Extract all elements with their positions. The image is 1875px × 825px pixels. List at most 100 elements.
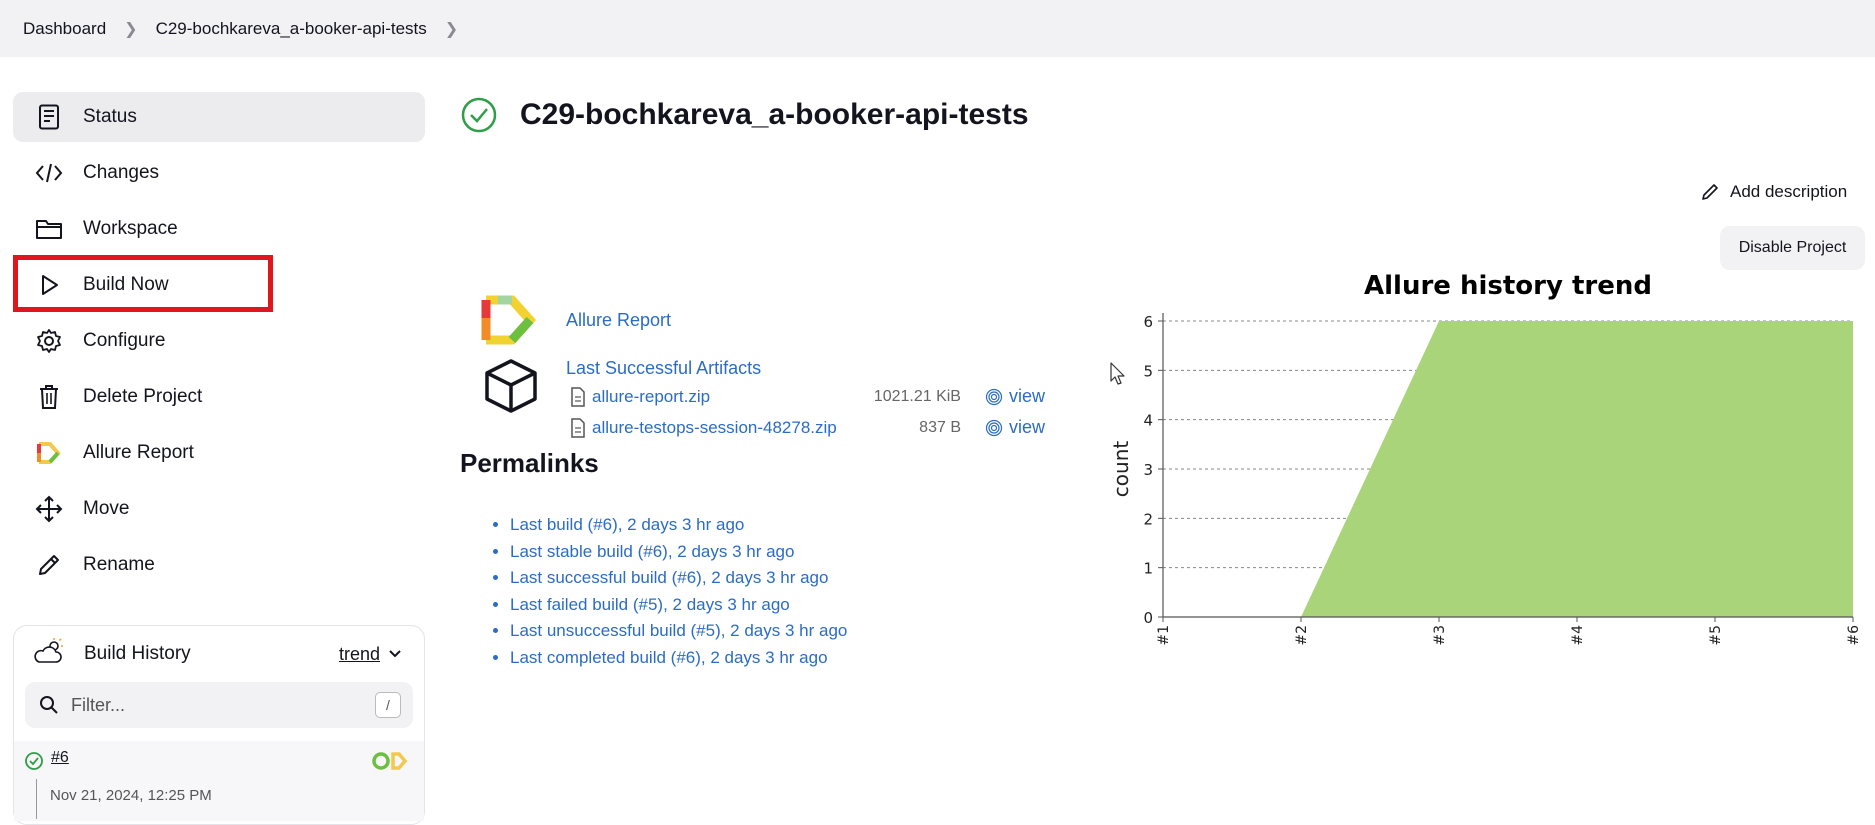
permalink[interactable]: Last failed build (#5), 2 days 3 hr ago xyxy=(510,595,790,614)
trend-link[interactable]: trend xyxy=(339,644,380,665)
allure-report-link[interactable]: Allure Report xyxy=(566,310,671,331)
gear-icon xyxy=(35,327,63,355)
sidebar-item-move[interactable]: Move xyxy=(13,484,425,534)
file-icon xyxy=(570,417,586,438)
sidebar-item-label: Configure xyxy=(83,330,166,351)
permalink[interactable]: Last unsuccessful build (#5), 2 days 3 h… xyxy=(510,621,847,640)
chevron-right-icon[interactable]: ❯ xyxy=(445,19,458,39)
sidebar-item-label: Changes xyxy=(83,162,160,183)
list-item: Last build (#6), 2 days 3 hr ago xyxy=(510,515,847,542)
x-tick-label: #6 xyxy=(1846,625,1862,646)
sidebar-item-build-now[interactable]: Build Now xyxy=(13,260,425,310)
allure-build-icon[interactable] xyxy=(371,751,411,776)
artifact-link[interactable]: allure-testops-session-48278.zip xyxy=(592,418,837,438)
sidebar: Status Changes Workspace Build Now Confi… xyxy=(13,92,425,596)
page-header: C29-bochkareva_a-booker-api-tests xyxy=(460,96,1029,134)
build-filter: / xyxy=(25,682,413,728)
artifact-size: 837 B xyxy=(919,418,961,436)
build-timeline-line xyxy=(36,779,37,819)
breadcrumb-project[interactable]: C29-bochkareva_a-booker-api-tests xyxy=(156,19,427,39)
list-item: Last unsuccessful build (#5), 2 days 3 h… xyxy=(510,621,847,648)
x-tick-label: #2 xyxy=(1294,625,1310,646)
x-tick-label: #1 xyxy=(1156,625,1172,646)
sidebar-item-rename[interactable]: Rename xyxy=(13,540,425,590)
y-axis-label: count xyxy=(1110,441,1133,498)
chevron-down-icon[interactable] xyxy=(388,649,402,659)
breadcrumb: Dashboard ❯ C29-bochkareva_a-booker-api-… xyxy=(0,0,1875,57)
artifact-view-link[interactable]: view xyxy=(985,386,1045,407)
fingerprint-icon xyxy=(985,419,1003,437)
sidebar-item-changes[interactable]: Changes xyxy=(13,148,425,198)
allure-logo-icon[interactable] xyxy=(480,294,540,351)
sidebar-item-label: Allure Report xyxy=(83,442,194,463)
permalinks-heading: Permalinks xyxy=(460,448,599,478)
artifact-row: allure-testops-session-48278.zip 837 B v… xyxy=(570,417,1045,438)
code-icon xyxy=(35,159,63,187)
list-item: Last successful build (#6), 2 days 3 hr … xyxy=(510,568,847,595)
file-icon xyxy=(570,386,586,407)
pencil-icon xyxy=(35,551,63,579)
y-tick-label: 0 xyxy=(1143,609,1153,627)
list-item: Last completed build (#6), 2 days 3 hr a… xyxy=(510,648,847,675)
list-item: Last stable build (#6), 2 days 3 hr ago xyxy=(510,542,847,569)
sidebar-item-status[interactable]: Status xyxy=(13,92,425,142)
sidebar-item-delete-project[interactable]: Delete Project xyxy=(13,372,425,422)
breadcrumb-dashboard[interactable]: Dashboard xyxy=(23,19,106,39)
y-tick-label: 4 xyxy=(1143,412,1153,430)
y-tick-label: 1 xyxy=(1143,560,1153,578)
trash-icon xyxy=(35,383,63,411)
package-icon xyxy=(482,357,540,420)
fingerprint-icon xyxy=(985,388,1003,406)
x-tick-label: #5 xyxy=(1708,625,1724,646)
build-history-title: Build History xyxy=(84,643,191,664)
y-tick-label: 5 xyxy=(1143,362,1153,380)
y-tick-label: 2 xyxy=(1143,510,1153,528)
status-icon xyxy=(35,103,63,131)
sidebar-item-allure-report[interactable]: Allure Report xyxy=(13,428,425,478)
search-icon xyxy=(39,695,59,715)
move-icon xyxy=(35,495,63,523)
filter-input[interactable] xyxy=(69,693,363,717)
x-tick-label: #4 xyxy=(1570,625,1586,646)
permalink[interactable]: Last successful build (#6), 2 days 3 hr … xyxy=(510,568,828,587)
allure-icon xyxy=(35,439,63,467)
sidebar-item-label: Move xyxy=(83,498,130,519)
pencil-icon xyxy=(1700,182,1720,202)
sidebar-item-label: Workspace xyxy=(83,218,178,239)
sidebar-item-label: Delete Project xyxy=(83,386,203,407)
allure-trend-chart[interactable]: Allure history trend 0 1 2 3 4 5 6 #1 #2 #3 #4 #5 #6 c… xyxy=(1110,262,1870,662)
build-number-link[interactable]: #6 xyxy=(51,749,69,767)
sidebar-item-label: Build Now xyxy=(83,274,169,295)
view-label: view xyxy=(1008,386,1045,406)
view-label: view xyxy=(1008,417,1045,437)
check-circle-icon xyxy=(24,751,44,776)
artifact-view-link[interactable]: view xyxy=(985,417,1045,438)
y-tick-label: 6 xyxy=(1143,313,1153,331)
sidebar-item-label: Rename xyxy=(83,554,155,575)
folder-icon xyxy=(35,215,63,243)
build-history-panel: Build History trend / #6 Nov 21, 2024, 1… xyxy=(13,625,425,825)
add-description-button[interactable]: Add description xyxy=(1700,182,1847,202)
permalink[interactable]: Last build (#6), 2 days 3 hr ago xyxy=(510,515,744,534)
sidebar-item-workspace[interactable]: Workspace xyxy=(13,204,425,254)
sidebar-item-configure[interactable]: Configure xyxy=(13,316,425,366)
last-successful-artifacts-link[interactable]: Last Successful Artifacts xyxy=(566,358,761,379)
keyboard-shortcut: / xyxy=(375,692,401,718)
success-check-icon xyxy=(460,96,498,134)
x-tick-label: #3 xyxy=(1432,625,1448,646)
weather-icon xyxy=(34,637,66,671)
chart-title: Allure history trend xyxy=(1364,271,1652,301)
artifact-size: 1021.21 KiB xyxy=(873,387,961,405)
chevron-right-icon: ❯ xyxy=(124,20,138,38)
list-item: Last failed build (#5), 2 days 3 hr ago xyxy=(510,595,847,622)
permalink[interactable]: Last stable build (#6), 2 days 3 hr ago xyxy=(510,542,794,561)
series-area xyxy=(1301,321,1853,617)
artifact-link[interactable]: allure-report.zip xyxy=(592,387,710,407)
y-tick-label: 3 xyxy=(1143,461,1153,479)
permalink[interactable]: Last completed build (#6), 2 days 3 hr a… xyxy=(510,648,828,667)
add-description-label: Add description xyxy=(1730,182,1848,201)
sidebar-item-label: Status xyxy=(83,106,137,127)
build-row[interactable]: #6 Nov 21, 2024, 12:25 PM xyxy=(14,741,424,821)
page-title: C29-bochkareva_a-booker-api-tests xyxy=(520,98,1029,131)
play-icon xyxy=(35,271,63,299)
